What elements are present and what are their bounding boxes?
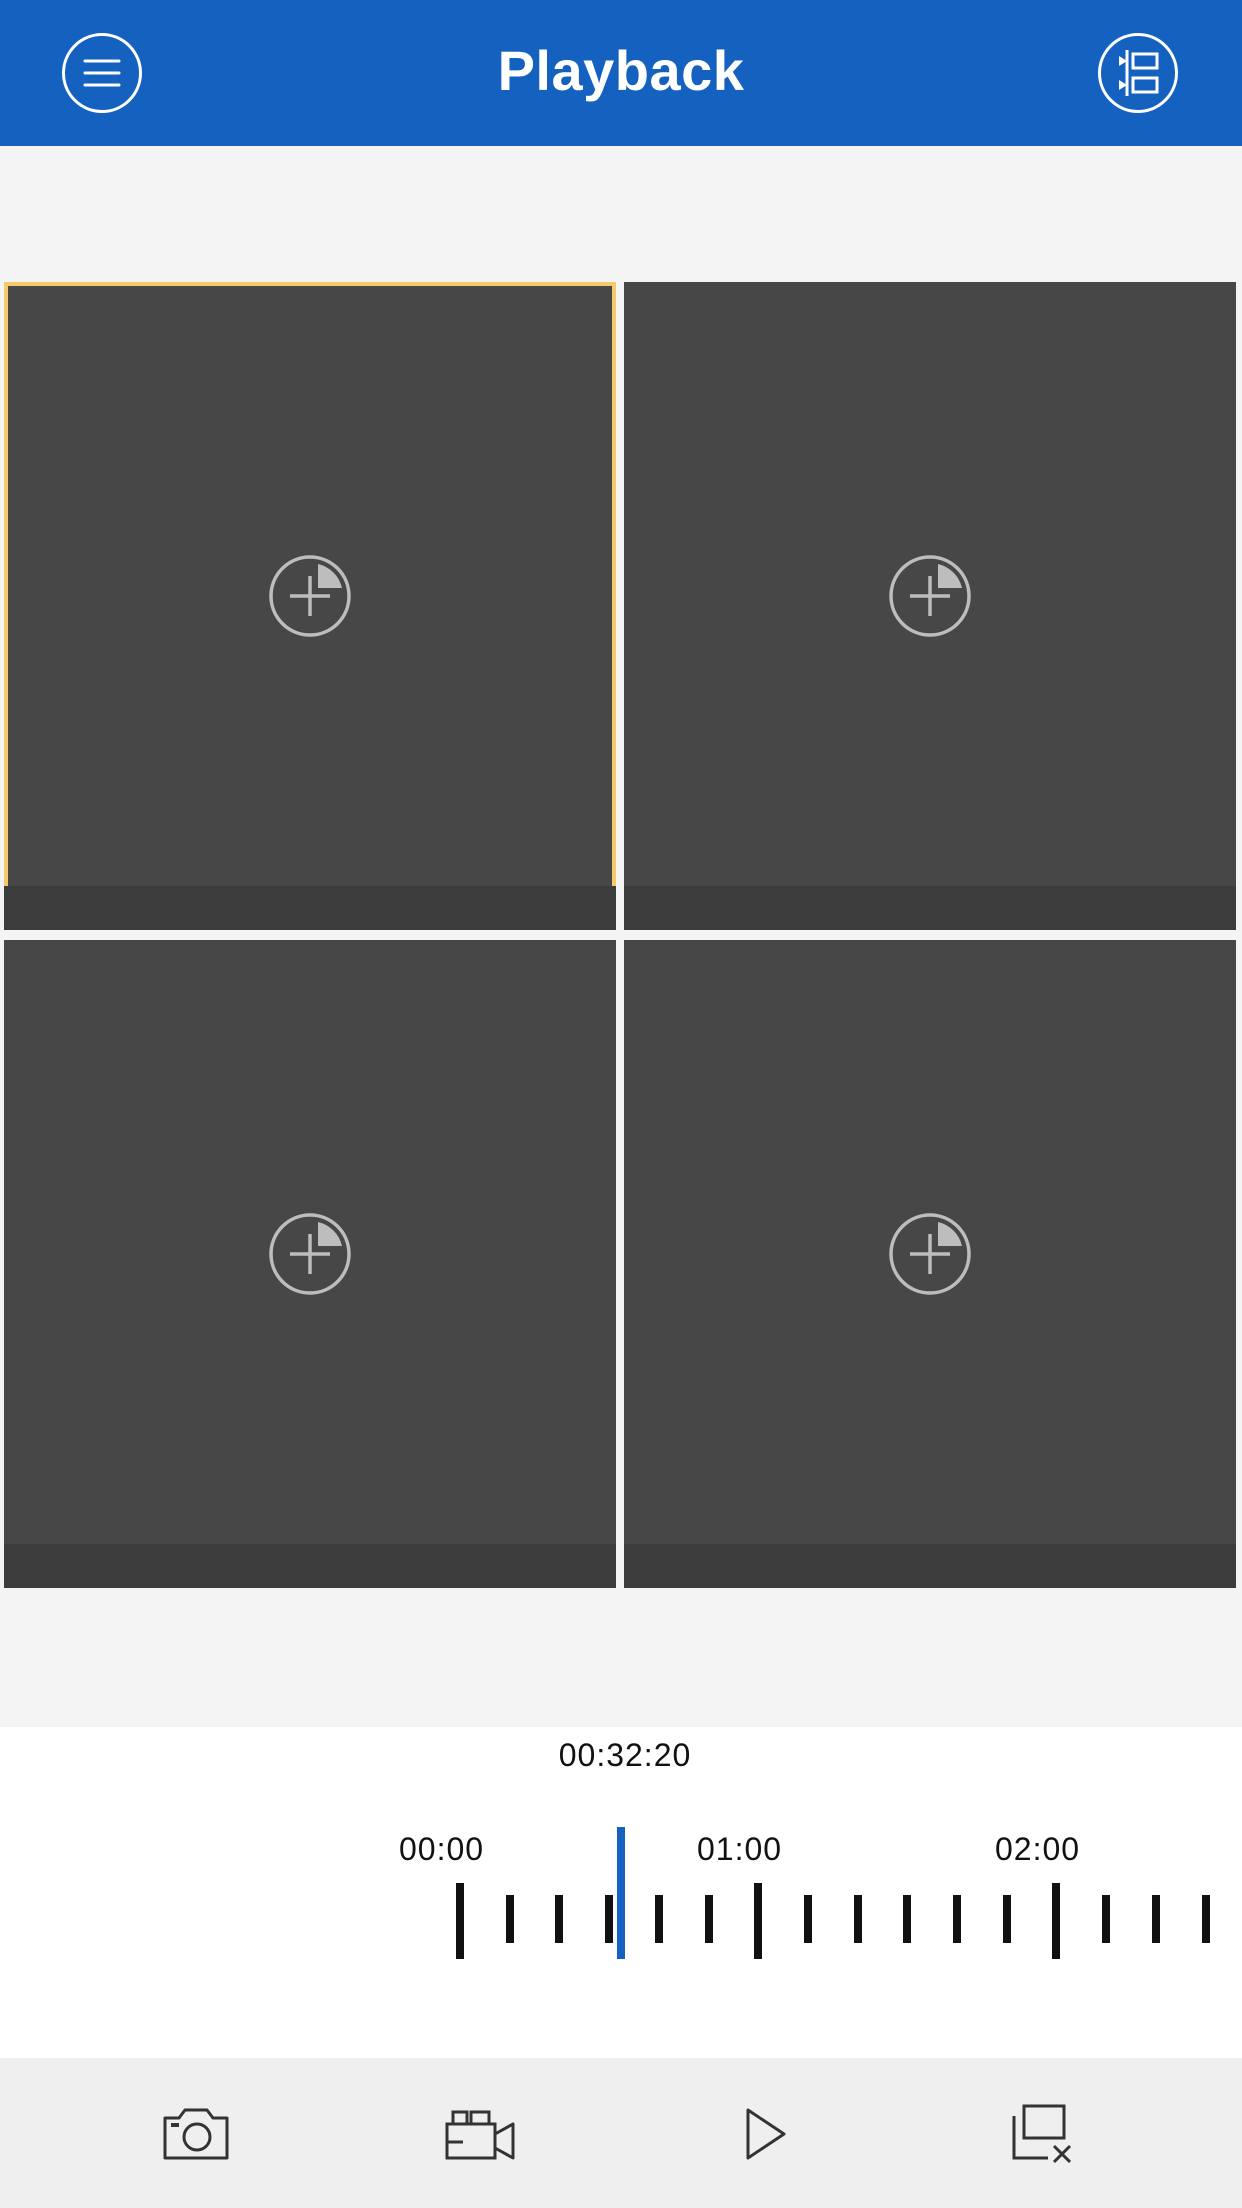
timeline-minor-tick xyxy=(555,1895,563,1943)
device-list-button[interactable] xyxy=(1097,32,1179,114)
timeline-label: 00:00 xyxy=(399,1831,485,1867)
timeline-major-tick xyxy=(754,1883,762,1959)
timeline-minor-tick xyxy=(506,1895,514,1943)
window-status-bar xyxy=(4,1544,616,1588)
timeline-minor-tick xyxy=(605,1895,613,1943)
timeline-minor-tick xyxy=(1202,1895,1210,1943)
window-status-bar xyxy=(4,886,616,930)
video-window-3[interactable] xyxy=(4,940,616,1588)
window-status-bar xyxy=(624,886,1236,930)
add-camera-button[interactable] xyxy=(888,554,972,638)
timeline-minor-tick xyxy=(1102,1895,1110,1943)
device-list-icon xyxy=(1098,33,1178,113)
timeline-label: 02:00 xyxy=(995,1831,1081,1867)
window-status-bar xyxy=(624,1544,1236,1588)
timeline-minor-tick xyxy=(655,1895,663,1943)
add-camera-button[interactable] xyxy=(268,1212,352,1296)
video-record-icon xyxy=(445,2110,515,2160)
add-camera-icon xyxy=(889,555,971,637)
camera-icon xyxy=(163,2108,229,2160)
record-button[interactable] xyxy=(443,2102,517,2166)
timeline-minor-tick xyxy=(854,1895,862,1943)
add-camera-icon xyxy=(269,555,351,637)
timeline-minor-tick xyxy=(1003,1895,1011,1943)
current-time: 00:32:20 xyxy=(558,1737,692,1773)
play-icon xyxy=(746,2108,786,2160)
video-window-2[interactable] xyxy=(624,282,1236,930)
video-window-1[interactable] xyxy=(4,282,616,930)
timeline-minor-tick xyxy=(953,1895,961,1943)
close-all-windows-icon xyxy=(1012,2104,1072,2164)
timeline-major-tick xyxy=(1052,1883,1060,1959)
play-button[interactable] xyxy=(726,2102,800,2166)
add-camera-icon xyxy=(269,1213,351,1295)
timeline-minor-tick xyxy=(903,1895,911,1943)
video-window-4[interactable] xyxy=(624,940,1236,1588)
add-camera-button[interactable] xyxy=(268,554,352,638)
bottom-toolbar xyxy=(0,2058,1242,2208)
playback-timeline[interactable]: 00:32:20 00:00 01:00 02:00 xyxy=(0,1727,1242,2058)
app-header: Playback xyxy=(0,0,1242,146)
timeline-major-tick xyxy=(456,1883,464,1959)
add-camera-button[interactable] xyxy=(888,1212,972,1296)
snapshot-button[interactable] xyxy=(159,2102,233,2166)
add-camera-icon xyxy=(889,1213,971,1295)
close-all-windows-button[interactable] xyxy=(1008,2102,1082,2166)
timeline-label: 01:00 xyxy=(697,1831,783,1867)
timeline-minor-tick xyxy=(705,1895,713,1943)
timeline-cursor[interactable] xyxy=(617,1827,625,1959)
timeline-minor-tick xyxy=(1152,1895,1160,1943)
page-title: Playback xyxy=(497,39,745,102)
timeline-minor-tick xyxy=(804,1895,812,1943)
